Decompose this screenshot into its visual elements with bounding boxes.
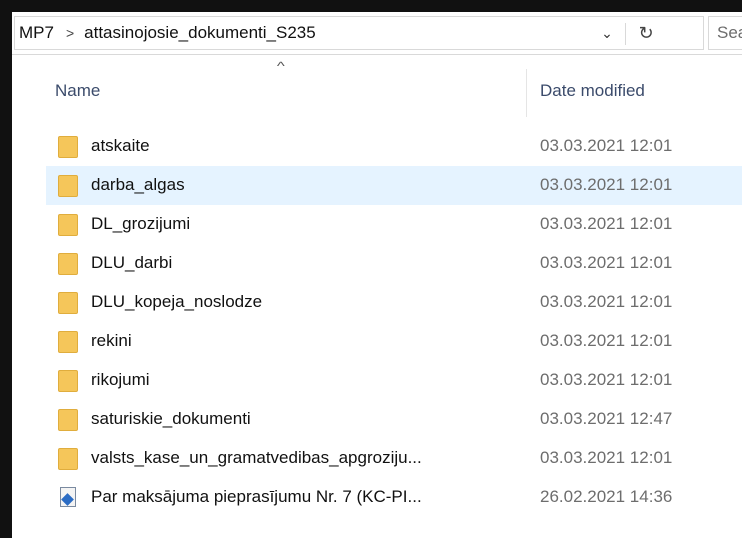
list-item[interactable]: DL_grozijumi 03.03.2021 12:01 [46,205,742,244]
list-item[interactable]: valsts_kase_un_gramatvedibas_apgroziju..… [46,439,742,478]
breadcrumb-root[interactable]: MP7 [19,23,54,43]
list-item[interactable]: darba_algas 03.03.2021 12:01 [46,166,742,205]
folder-icon [58,175,78,197]
file-date-modified: 03.03.2021 12:01 [540,253,673,272]
folder-icon [58,409,78,431]
file-name: rekini [91,331,132,350]
list-item[interactable]: saturiskie_dokumenti 03.03.2021 12:47 [46,400,742,439]
folder-icon [58,448,78,470]
folder-icon [58,136,78,158]
list-item[interactable]: atskaite 03.03.2021 12:01 [46,127,742,166]
search-input[interactable]: Sea [708,16,742,50]
address-divider [625,23,626,45]
file-date-modified: 26.02.2021 14:36 [540,487,673,506]
file-explorer-window: MP7 > attasinojosie_dokumenti_S235 ⌄ ↻ S… [12,12,742,538]
list-item[interactable]: Par maksājuma pieprasījumu Nr. 7 (KC-PI.… [46,478,742,517]
file-name: rikojumi [91,370,150,389]
sort-ascending-icon: ^ [276,59,285,73]
folder-icon [58,253,78,275]
file-name: darba_algas [91,175,185,194]
file-name: Par maksājuma pieprasījumu Nr. 7 (KC-PI.… [91,487,422,506]
file-date-modified: 03.03.2021 12:01 [540,136,673,155]
list-item[interactable]: rikojumi 03.03.2021 12:01 [46,361,742,400]
file-date-modified: 03.03.2021 12:01 [540,175,673,194]
address-bar-area: MP7 > attasinojosie_dokumenti_S235 ⌄ ↻ S… [12,12,742,55]
window-frame: MP7 > attasinojosie_dokumenti_S235 ⌄ ↻ S… [0,0,742,538]
column-header-name[interactable]: Name [55,81,100,101]
file-date-modified: 03.03.2021 12:01 [540,214,673,233]
column-headers: ^ Name Date modified [12,55,742,117]
file-name: saturiskie_dokumenti [91,409,251,428]
file-name: valsts_kase_un_gramatvedibas_apgroziju..… [91,448,422,467]
file-date-modified: 03.03.2021 12:01 [540,370,673,389]
chevron-right-icon[interactable]: > [66,25,74,41]
file-name: DL_grozijumi [91,214,191,233]
chevron-down-icon[interactable]: ⌄ [593,17,621,49]
column-divider[interactable] [526,69,527,117]
search-placeholder: Sea [717,23,742,42]
file-name: atskaite [91,136,150,155]
list-item[interactable]: DLU_kopeja_noslodze 03.03.2021 12:01 [46,283,742,322]
folder-icon [58,214,78,236]
file-date-modified: 03.03.2021 12:01 [540,331,673,350]
file-date-modified: 03.03.2021 12:01 [540,448,673,467]
folder-icon [58,331,78,353]
file-list: atskaite 03.03.2021 12:01 darba_algas 03… [46,127,742,517]
address-bar[interactable]: MP7 > attasinojosie_dokumenti_S235 ⌄ ↻ [14,16,704,50]
file-date-modified: 03.03.2021 12:01 [540,292,673,311]
list-item[interactable]: rekini 03.03.2021 12:01 [46,322,742,361]
column-header-date-modified[interactable]: Date modified [540,81,645,101]
file-date-modified: 03.03.2021 12:47 [540,409,673,428]
refresh-icon[interactable]: ↻ [629,17,663,49]
breadcrumb-current[interactable]: attasinojosie_dokumenti_S235 [84,23,316,43]
list-item[interactable]: DLU_darbi 03.03.2021 12:01 [46,244,742,283]
folder-icon [58,370,78,392]
file-name: DLU_kopeja_noslodze [91,292,263,311]
file-name: DLU_darbi [91,253,173,272]
document-icon [58,487,78,509]
folder-icon [58,292,78,314]
